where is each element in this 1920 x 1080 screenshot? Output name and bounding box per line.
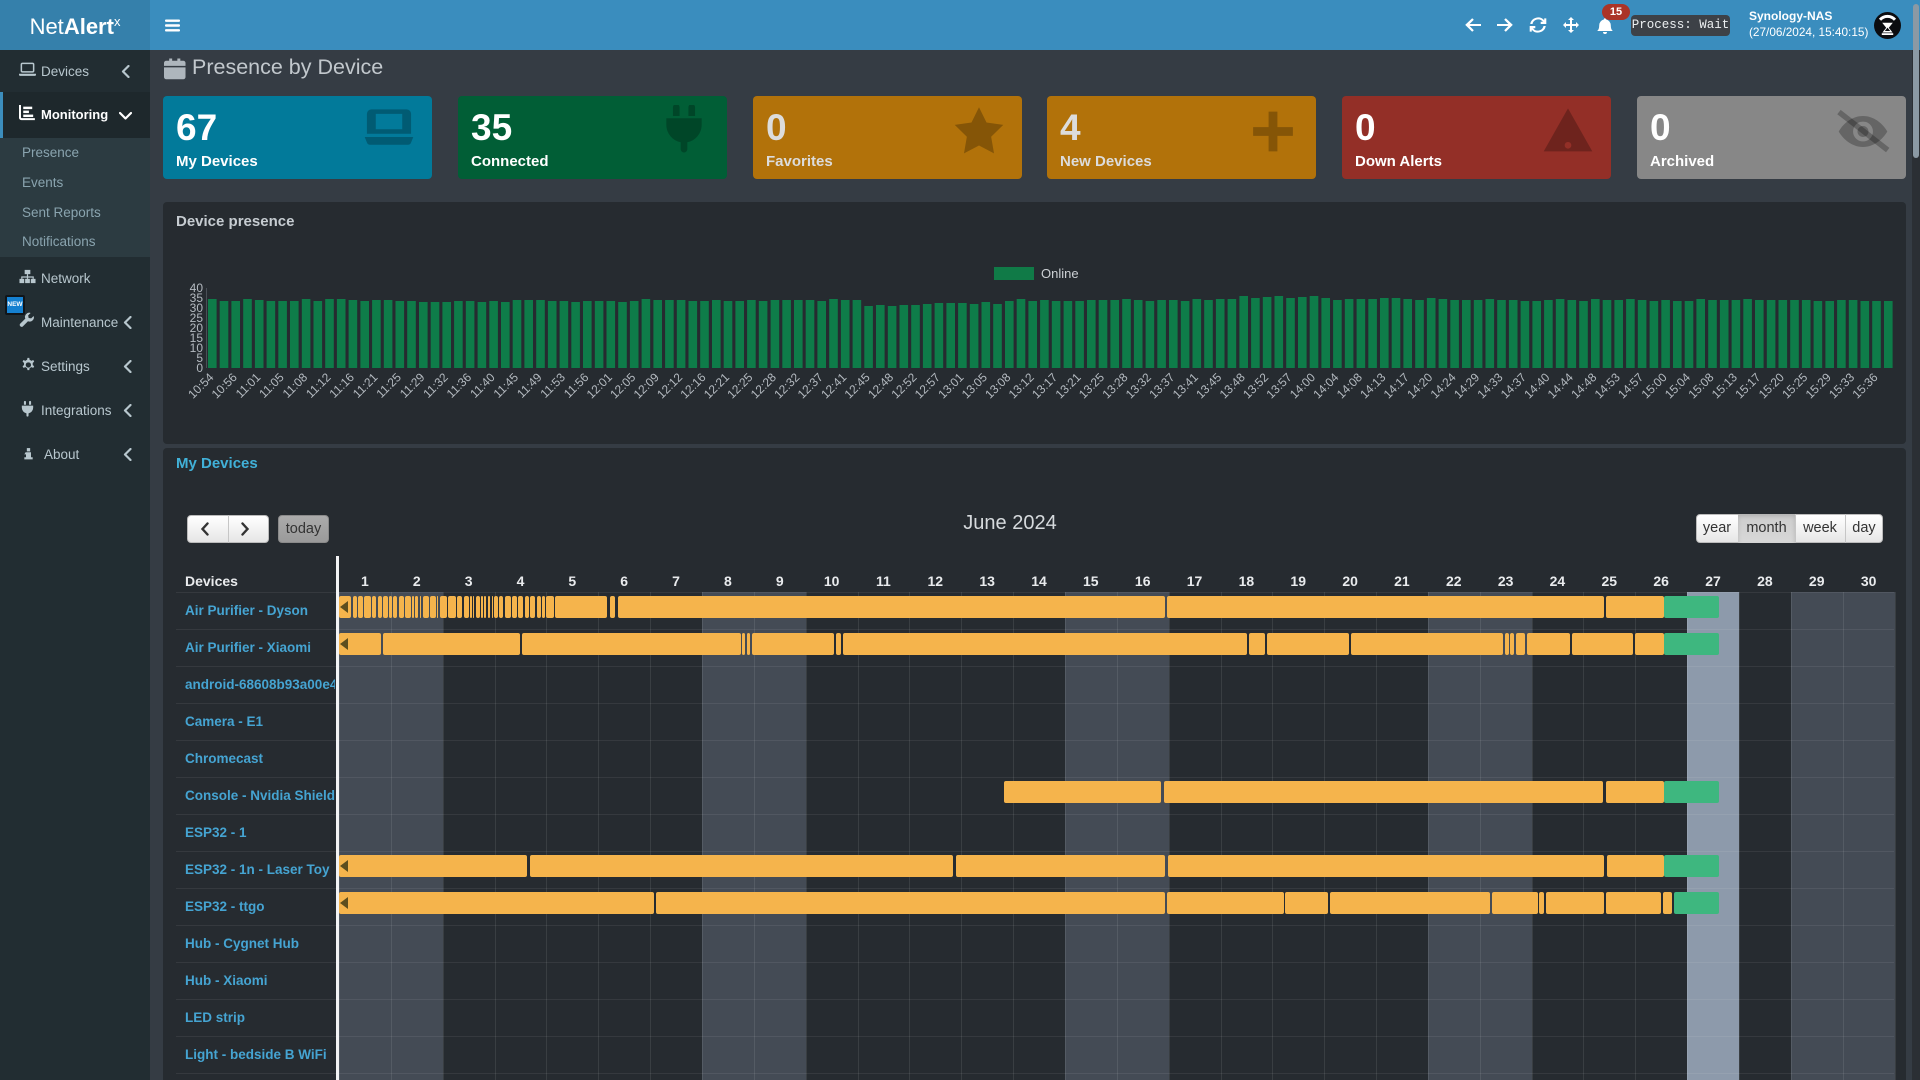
svg-text:11:45: 11:45 [491, 370, 522, 401]
svg-text:14:08: 14:08 [1334, 370, 1365, 401]
svg-text:15:08: 15:08 [1685, 370, 1716, 401]
svg-text:10:54: 10:54 [185, 370, 216, 401]
svg-text:13:57: 13:57 [1263, 370, 1294, 401]
svg-text:14:13: 14:13 [1357, 370, 1388, 401]
svg-text:11:05: 11:05 [256, 370, 287, 401]
svg-text:12:05: 12:05 [607, 370, 638, 401]
svg-text:11:25: 11:25 [373, 370, 404, 401]
svg-text:14:04: 14:04 [1310, 370, 1341, 401]
svg-text:11:01: 11:01 [233, 370, 264, 401]
svg-text:15:17: 15:17 [1732, 370, 1763, 401]
svg-text:13:32: 13:32 [1123, 370, 1154, 401]
svg-text:15:36: 15:36 [1849, 370, 1880, 401]
svg-text:15:13: 15:13 [1709, 370, 1740, 401]
svg-text:12:09: 12:09 [631, 370, 662, 401]
svg-text:13:45: 13:45 [1193, 370, 1224, 401]
svg-text:12:52: 12:52 [888, 370, 919, 401]
svg-text:Online: Online [1041, 266, 1079, 281]
svg-text:11:49: 11:49 [514, 370, 545, 401]
svg-text:14:37: 14:37 [1498, 370, 1529, 401]
svg-text:11:29: 11:29 [397, 370, 428, 401]
svg-text:13:41: 13:41 [1170, 370, 1201, 401]
svg-text:13:17: 13:17 [1029, 370, 1060, 401]
svg-text:13:12: 13:12 [1006, 370, 1037, 401]
svg-text:11:40: 11:40 [467, 370, 498, 401]
svg-text:13:48: 13:48 [1217, 370, 1248, 401]
svg-text:14:17: 14:17 [1381, 370, 1412, 401]
svg-text:40: 40 [190, 281, 204, 295]
svg-text:13:01: 13:01 [935, 370, 966, 401]
svg-text:12:21: 12:21 [701, 370, 732, 401]
svg-text:14:40: 14:40 [1521, 370, 1552, 401]
svg-text:15:25: 15:25 [1779, 370, 1810, 401]
svg-text:12:45: 12:45 [842, 370, 873, 401]
svg-text:14:53: 14:53 [1592, 370, 1623, 401]
svg-text:14:29: 14:29 [1451, 370, 1482, 401]
svg-text:15:04: 15:04 [1662, 370, 1693, 401]
svg-text:12:41: 12:41 [818, 370, 849, 401]
svg-text:15:33: 15:33 [1826, 370, 1857, 401]
svg-text:11:12: 11:12 [303, 370, 334, 401]
svg-text:12:12: 12:12 [654, 370, 685, 401]
svg-text:14:00: 14:00 [1287, 370, 1318, 401]
svg-text:11:36: 11:36 [444, 370, 475, 401]
svg-text:14:33: 14:33 [1474, 370, 1505, 401]
svg-text:11:32: 11:32 [420, 370, 451, 401]
svg-text:13:52: 13:52 [1240, 370, 1271, 401]
svg-text:13:28: 13:28 [1099, 370, 1130, 401]
svg-text:12:16: 12:16 [677, 370, 708, 401]
svg-text:13:08: 13:08 [982, 370, 1013, 401]
svg-text:12:32: 12:32 [771, 370, 802, 401]
svg-text:12:25: 12:25 [724, 370, 755, 401]
svg-text:15:29: 15:29 [1803, 370, 1834, 401]
svg-text:14:44: 14:44 [1545, 370, 1576, 401]
svg-text:10:56: 10:56 [209, 370, 240, 401]
svg-text:11:53: 11:53 [538, 370, 569, 401]
svg-text:14:48: 14:48 [1568, 370, 1599, 401]
svg-text:12:01: 12:01 [584, 370, 615, 401]
svg-text:15:20: 15:20 [1756, 370, 1787, 401]
svg-text:14:24: 14:24 [1428, 370, 1459, 401]
svg-text:13:37: 13:37 [1146, 370, 1177, 401]
svg-text:11:08: 11:08 [280, 370, 311, 401]
svg-text:12:37: 12:37 [795, 370, 826, 401]
svg-text:11:21: 11:21 [350, 370, 381, 401]
svg-text:11:56: 11:56 [561, 370, 592, 401]
svg-text:13:05: 13:05 [959, 370, 990, 401]
svg-text:11:16: 11:16 [327, 370, 358, 401]
svg-text:13:25: 13:25 [1076, 370, 1107, 401]
svg-text:14:20: 14:20 [1404, 370, 1435, 401]
svg-text:12:28: 12:28 [748, 370, 779, 401]
svg-text:14:57: 14:57 [1615, 370, 1646, 401]
svg-text:12:57: 12:57 [912, 370, 943, 401]
svg-text:15:00: 15:00 [1639, 370, 1670, 401]
svg-text:12:48: 12:48 [865, 370, 896, 401]
svg-text:13:21: 13:21 [1053, 370, 1084, 401]
